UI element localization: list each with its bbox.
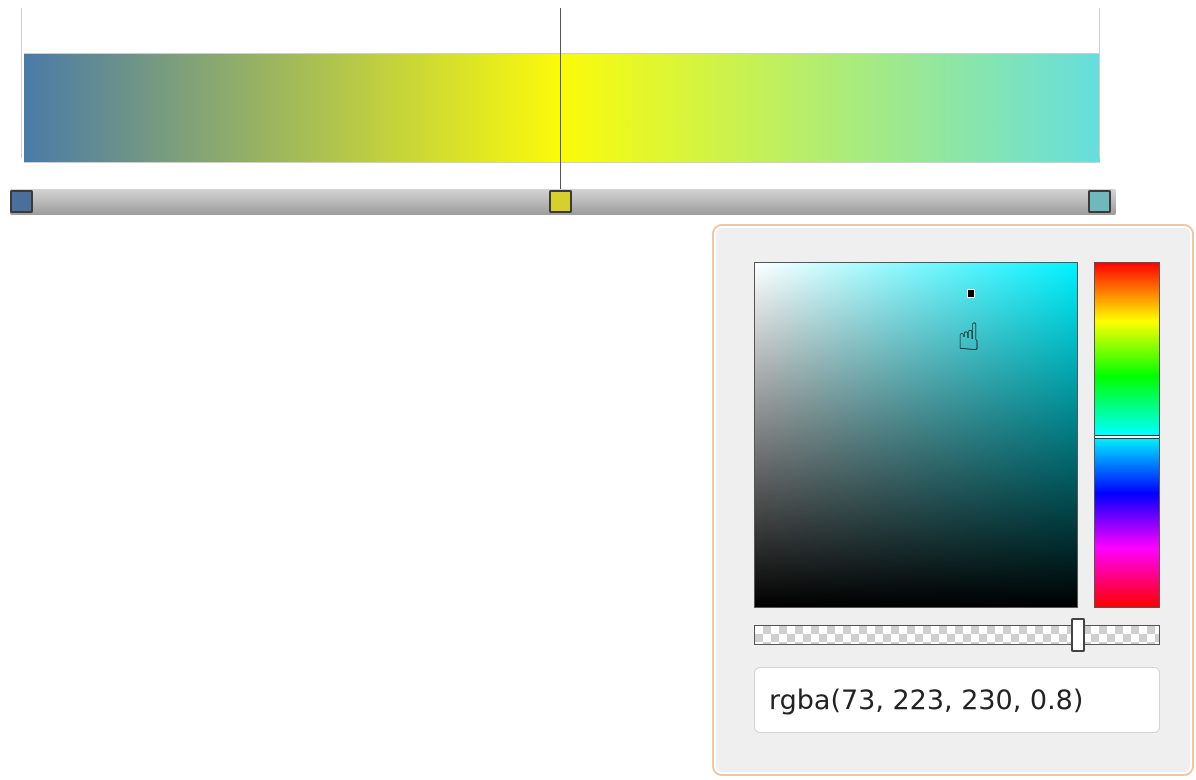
alpha-slider[interactable]: [754, 618, 1160, 652]
stop-handle-left[interactable]: [10, 190, 33, 213]
stop-line-left: [21, 8, 22, 158]
stop-handle-right[interactable]: [1088, 190, 1111, 213]
hue-indicator[interactable]: [1095, 434, 1159, 439]
color-value-input[interactable]: [754, 667, 1160, 733]
stop-line-middle: [560, 8, 561, 190]
saturation-value-marker[interactable]: [967, 289, 975, 298]
hue-slider[interactable]: [1094, 262, 1160, 608]
stop-handle-middle[interactable]: [549, 190, 572, 213]
gradient-preview-bar: [24, 53, 1100, 163]
alpha-slider-thumb[interactable]: [1071, 618, 1086, 652]
stop-line-right: [1099, 8, 1100, 158]
hand-pointer-icon: ☝: [957, 315, 981, 359]
saturation-value-area[interactable]: ☝: [754, 262, 1078, 608]
color-picker-popover: ☝: [712, 224, 1194, 776]
